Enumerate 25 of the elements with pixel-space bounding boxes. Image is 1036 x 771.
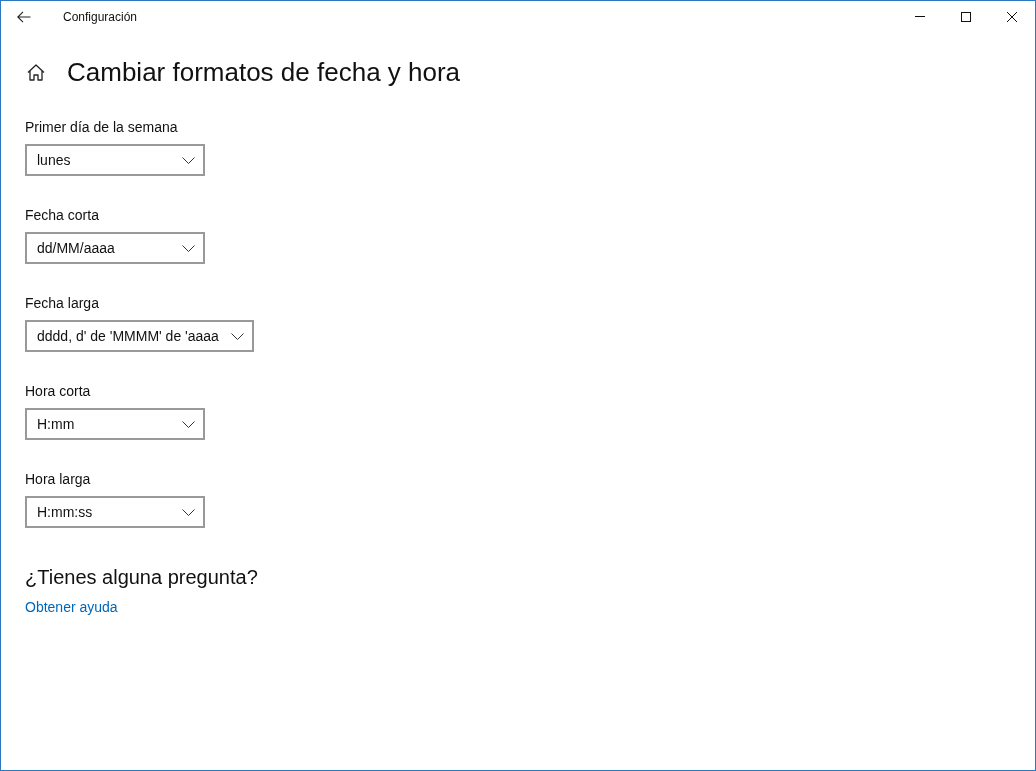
chevron-down-icon: [182, 420, 195, 428]
home-button[interactable]: [26, 62, 46, 82]
page-title: Cambiar formatos de fecha y hora: [67, 56, 461, 89]
chevron-down-icon: [182, 508, 195, 516]
setting-label: Primer día de la semana: [25, 118, 178, 137]
dropdown[interactable]: H:mm:ss: [25, 496, 205, 528]
chevron-down-icon: [182, 156, 195, 164]
setting-label: Fecha corta: [25, 206, 99, 225]
maximize-icon: [961, 11, 971, 22]
help-heading: ¿Tienes alguna pregunta?: [25, 565, 258, 590]
dropdown[interactable]: lunes: [25, 144, 205, 176]
dropdown[interactable]: dd/MM/aaaa: [25, 232, 205, 264]
close-icon: [1007, 11, 1017, 22]
home-icon: [27, 63, 45, 81]
minimize-icon: [915, 16, 925, 17]
dropdown[interactable]: dddd, d' de 'MMMM' de 'aaaa: [25, 320, 254, 352]
dropdown[interactable]: H:mm: [25, 408, 205, 440]
setting-label: Fecha larga: [25, 294, 99, 313]
chevron-down-icon: [182, 244, 195, 252]
help-link[interactable]: Obtener ayuda: [25, 597, 118, 617]
setting-label: Hora larga: [25, 470, 91, 489]
window-title: Configuración: [63, 8, 138, 26]
setting-label: Hora corta: [25, 382, 91, 401]
back-arrow-icon: [17, 10, 31, 23]
chevron-down-icon: [230, 332, 244, 340]
